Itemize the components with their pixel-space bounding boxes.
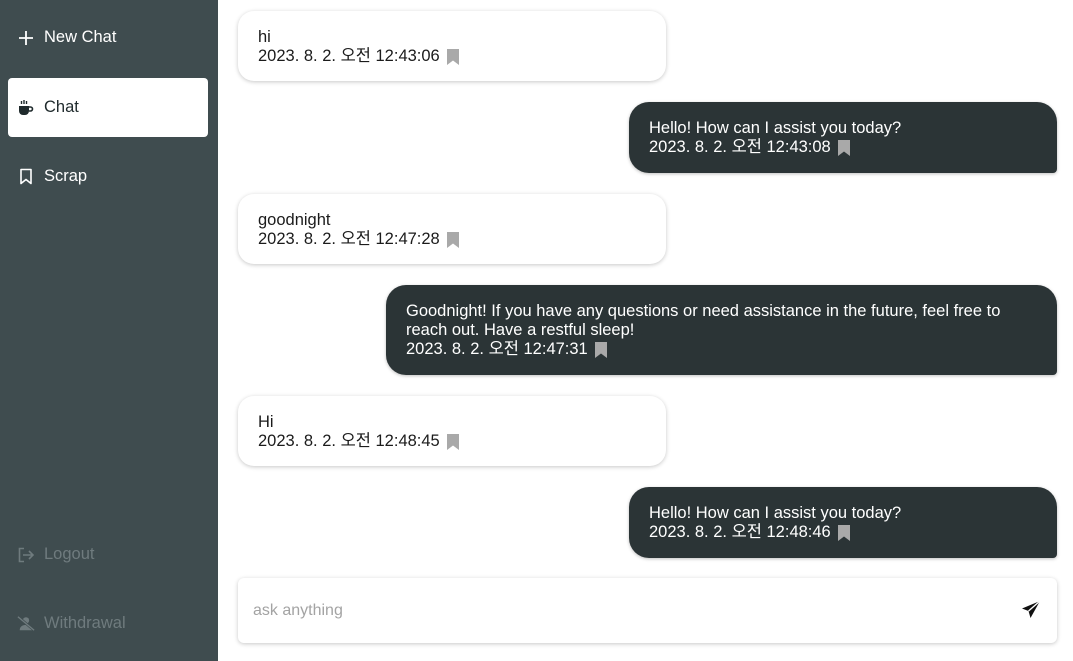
bookmark-icon[interactable]	[446, 231, 459, 248]
user-message: Hi 2023. 8. 2. 오전 12:48:45	[238, 396, 666, 466]
composer	[238, 578, 1057, 643]
sidebar-item-label: Scrap	[44, 167, 88, 185]
message-text: hi	[258, 28, 271, 46]
bookmark-icon[interactable]	[446, 48, 459, 65]
user-slash-icon	[17, 615, 35, 633]
message-text-line: reach out. Have a restful sleep!	[406, 321, 635, 339]
bookmark-icon[interactable]	[837, 139, 850, 156]
message-text: goodnight	[258, 211, 331, 229]
message-text: Hello! How can I assist you today?	[649, 119, 902, 137]
message-timestamp: 2023. 8. 2. 오전 12:47:28	[258, 230, 440, 248]
bookmark-icon[interactable]	[446, 433, 459, 450]
bookmark-icon[interactable]	[594, 341, 607, 358]
message-text: Hello! How can I assist you today?	[649, 504, 902, 522]
logout-icon	[17, 546, 35, 564]
bookmark-icon	[17, 168, 35, 186]
message-timestamp: 2023. 8. 2. 오전 12:48:46	[649, 523, 831, 541]
bot-message: Goodnight! If you have any questions or …	[386, 285, 1057, 375]
new-chat-button[interactable]: New Chat	[8, 8, 208, 67]
message-text: Hi	[258, 413, 274, 431]
sidebar-item-chat[interactable]: Chat	[8, 78, 208, 137]
message-text-line: Goodnight! If you have any questions or …	[406, 302, 1001, 320]
message-timestamp: 2023. 8. 2. 오전 12:48:45	[258, 432, 440, 450]
logout-label: Logout	[44, 545, 95, 563]
message-timestamp: 2023. 8. 2. 오전 12:47:31	[406, 340, 588, 358]
sidebar: New Chat Chat Scrap Logout Withdrawal	[0, 0, 218, 661]
coffee-cup-icon	[17, 99, 35, 117]
bot-message: Hello! How can I assist you today? 2023.…	[629, 102, 1057, 173]
withdrawal-button[interactable]: Withdrawal	[8, 594, 208, 653]
user-message: hi 2023. 8. 2. 오전 12:43:06	[238, 11, 666, 81]
plus-icon	[17, 29, 35, 47]
withdrawal-label: Withdrawal	[44, 614, 126, 632]
sidebar-item-scrap[interactable]: Scrap	[8, 147, 208, 206]
chat-area: hi 2023. 8. 2. 오전 12:43:06 Hello! How ca…	[218, 0, 1073, 661]
message-timestamp: 2023. 8. 2. 오전 12:43:06	[258, 47, 440, 65]
sidebar-item-label: Chat	[44, 98, 79, 116]
bookmark-icon[interactable]	[837, 524, 850, 541]
message-input[interactable]	[238, 578, 998, 643]
send-icon[interactable]	[1021, 600, 1043, 622]
user-message: goodnight 2023. 8. 2. 오전 12:47:28	[238, 194, 666, 264]
bot-message: Hello! How can I assist you today? 2023.…	[629, 487, 1057, 558]
new-chat-label: New Chat	[44, 28, 117, 46]
logout-button[interactable]: Logout	[8, 525, 208, 584]
message-timestamp: 2023. 8. 2. 오전 12:43:08	[649, 138, 831, 156]
